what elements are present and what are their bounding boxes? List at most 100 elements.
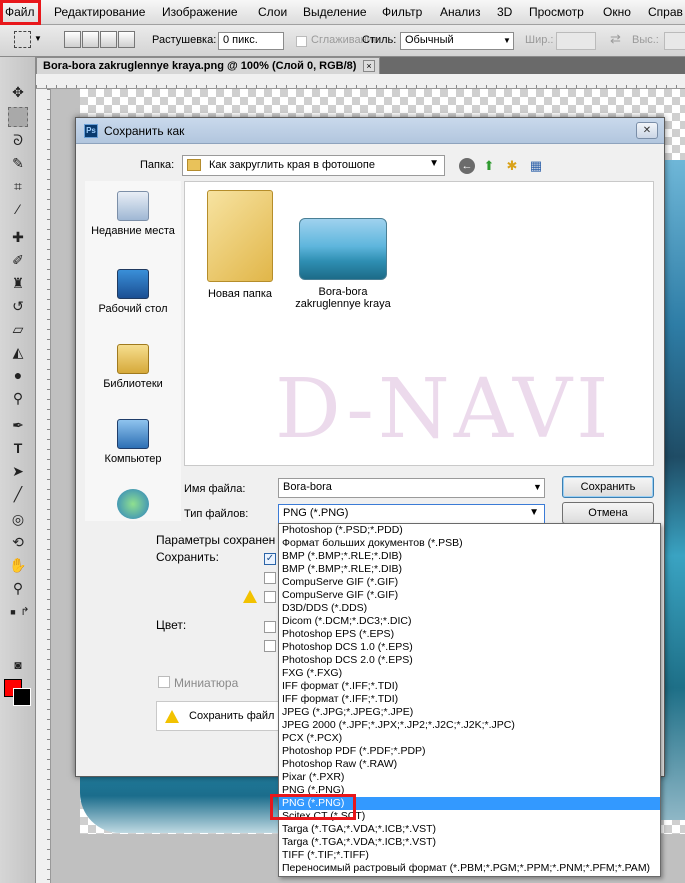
menu-image[interactable]: Изображение	[162, 5, 238, 19]
save-option-checkbox[interactable]	[264, 572, 276, 584]
hand-tool-icon[interactable]: ✋	[8, 555, 28, 575]
place-libraries[interactable]: Библиотеки	[85, 344, 181, 390]
place-recent[interactable]: Недавние места	[85, 191, 181, 237]
lasso-tool-icon[interactable]: ᘐ	[8, 130, 28, 150]
new-folder-icon[interactable]: ✱	[504, 158, 520, 174]
background-color-swatch[interactable]	[13, 688, 31, 706]
filetype-option[interactable]: Photoshop DCS 2.0 (*.EPS)	[279, 654, 660, 667]
place-network[interactable]	[85, 489, 181, 523]
filetype-option[interactable]: CompuServe GIF (*.GIF)	[279, 589, 660, 602]
color-option-checkbox[interactable]	[264, 621, 276, 633]
style-select[interactable]: Обычный	[400, 32, 514, 50]
filetype-option[interactable]: Photoshop PDF (*.PDF;*.PDP)	[279, 745, 660, 758]
place-computer[interactable]: Компьютер	[85, 419, 181, 465]
3d-orbit-icon[interactable]: ⟲	[8, 532, 28, 552]
line-tool-icon[interactable]: ╱	[8, 484, 28, 504]
quick-mask-icon[interactable]: ◙	[8, 655, 28, 675]
save-button[interactable]: Сохранить	[562, 476, 654, 498]
filetype-option[interactable]: CompuServe GIF (*.GIF)	[279, 576, 660, 589]
move-tool-icon[interactable]: ✥	[8, 82, 28, 102]
zoom-tool-icon[interactable]: ⚲	[8, 578, 28, 598]
eyedropper-icon[interactable]: ⁄	[8, 199, 28, 219]
filetype-option[interactable]: Формат больших документов (*.PSB)	[279, 537, 660, 550]
filetype-option[interactable]: Photoshop Raw (*.RAW)	[279, 758, 660, 771]
menu-view[interactable]: Просмотр	[529, 5, 584, 19]
file-list[interactable]: D-NAVI Новая папка Bora-bora zakruglenny…	[184, 181, 654, 466]
healing-brush-icon[interactable]: ✚	[8, 227, 28, 247]
style-dropdown-icon[interactable]: ▼	[503, 36, 511, 45]
view-menu-icon[interactable]: ▦	[528, 158, 544, 174]
new-selection-icon[interactable]	[64, 31, 81, 48]
filetype-option[interactable]: Targa (*.TGA;*.VDA;*.ICB;*.VST)	[279, 823, 660, 836]
thumbnail-checkbox[interactable]	[158, 676, 170, 688]
filetype-option[interactable]: Targa (*.TGA;*.VDA;*.ICB;*.VST)	[279, 836, 660, 849]
save-option-checkbox[interactable]: ✓	[264, 553, 276, 565]
intersect-selection-icon[interactable]	[118, 31, 135, 48]
close-icon[interactable]: ✕	[636, 122, 658, 139]
brush-tool-icon[interactable]: ✐	[8, 250, 28, 270]
menu-3d[interactable]: 3D	[497, 5, 512, 19]
file-item-new-folder[interactable]: Новая папка	[195, 190, 285, 300]
clone-stamp-icon[interactable]: ♜	[8, 273, 28, 293]
filetype-dropdown-list[interactable]: Photoshop (*.PSD;*.PDD) Формат больших до…	[278, 523, 661, 877]
pen-tool-icon[interactable]: ✒	[8, 415, 28, 435]
cancel-button[interactable]: Отмена	[562, 502, 654, 524]
quick-select-icon[interactable]: ✎	[8, 153, 28, 173]
filetype-option[interactable]: IFF формат (*.IFF;*.TDI)	[279, 693, 660, 706]
filetype-option[interactable]: JPEG (*.JPG;*.JPEG;*.JPE)	[279, 706, 660, 719]
path-select-icon[interactable]: ➤	[8, 461, 28, 481]
filetype-option[interactable]: IFF формат (*.IFF;*.TDI)	[279, 680, 660, 693]
filetype-option[interactable]: Photoshop EPS (*.EPS)	[279, 628, 660, 641]
chevron-down-icon[interactable]: ▼	[34, 34, 42, 43]
swap-icon[interactable]: ⇄	[610, 31, 621, 47]
eraser-icon[interactable]: ▱	[8, 319, 28, 339]
paint-bucket-icon[interactable]: ◭	[8, 342, 28, 362]
marquee-tool-icon[interactable]	[8, 107, 28, 127]
place-desktop[interactable]: Рабочий стол	[85, 269, 181, 315]
history-brush-icon[interactable]: ↺	[8, 296, 28, 316]
filetype-option[interactable]: Pixar (*.PXR)	[279, 771, 660, 784]
chevron-down-icon[interactable]: ▼	[429, 158, 439, 169]
back-icon[interactable]: ←	[459, 158, 475, 174]
filetype-option[interactable]: Dicom (*.DCM;*.DC3;*.DIC)	[279, 615, 660, 628]
menu-window[interactable]: Окно	[603, 5, 631, 19]
filetype-option[interactable]: Photoshop (*.PSD;*.PDD)	[279, 524, 660, 537]
type-tool-icon[interactable]: T	[8, 438, 28, 458]
filename-dropdown-icon[interactable]: ▼	[533, 482, 542, 492]
filetype-option[interactable]: Переносимый растровый формат (*.PBM;*.PG…	[279, 862, 660, 875]
crop-tool-icon[interactable]: ⌗	[8, 176, 28, 196]
filetype-option[interactable]: Photoshop DCS 1.0 (*.EPS)	[279, 641, 660, 654]
filename-input[interactable]: Bora-bora	[278, 478, 545, 498]
menu-filter[interactable]: Фильтр	[382, 5, 422, 19]
tab-close-icon[interactable]: ×	[363, 60, 375, 72]
marquee-preset-icon[interactable]	[14, 31, 31, 48]
save-option-checkbox[interactable]	[264, 591, 276, 603]
up-folder-icon[interactable]: ⬆	[481, 158, 497, 174]
width-input[interactable]	[556, 32, 596, 50]
antialias-checkbox[interactable]	[296, 36, 307, 47]
filetype-option[interactable]: PCX (*.PCX)	[279, 732, 660, 745]
feather-input[interactable]: 0 пикс.	[218, 32, 284, 50]
filetype-option[interactable]: BMP (*.BMP;*.RLE;*.DIB)	[279, 563, 660, 576]
filetype-option[interactable]: BMP (*.BMP;*.RLE;*.DIB)	[279, 550, 660, 563]
filetype-option[interactable]: JPEG 2000 (*.JPF;*.JPX;*.JP2;*.J2C;*.J2K…	[279, 719, 660, 732]
menu-analysis[interactable]: Анализ	[440, 5, 481, 19]
filetype-option[interactable]: D3D/DDS (*.DDS)	[279, 602, 660, 615]
menu-edit[interactable]: Редактирование	[54, 5, 145, 19]
chevron-down-icon[interactable]: ▼	[529, 507, 539, 518]
filetype-option[interactable]: TIFF (*.TIF;*.TIFF)	[279, 849, 660, 862]
height-input[interactable]	[664, 32, 685, 50]
subtract-selection-icon[interactable]	[100, 31, 117, 48]
swap-colors-icon[interactable]: ↱	[15, 602, 35, 622]
menu-help[interactable]: Справ	[648, 5, 683, 19]
document-tab[interactable]: Bora-bora zakruglennye kraya.png @ 100% …	[36, 57, 380, 74]
filetype-select[interactable]: PNG (*.PNG) ▼	[278, 504, 545, 524]
dodge-tool-icon[interactable]: ⚲	[8, 388, 28, 408]
blur-tool-icon[interactable]: ●	[8, 365, 28, 385]
file-item-bora-bora[interactable]: Bora-bora zakruglennye kraya	[293, 218, 393, 310]
menu-select[interactable]: Выделение	[303, 5, 367, 19]
menu-layers[interactable]: Слои	[258, 5, 287, 19]
add-selection-icon[interactable]	[82, 31, 99, 48]
filetype-option[interactable]: FXG (*.FXG)	[279, 667, 660, 680]
color-option-checkbox[interactable]	[264, 640, 276, 652]
